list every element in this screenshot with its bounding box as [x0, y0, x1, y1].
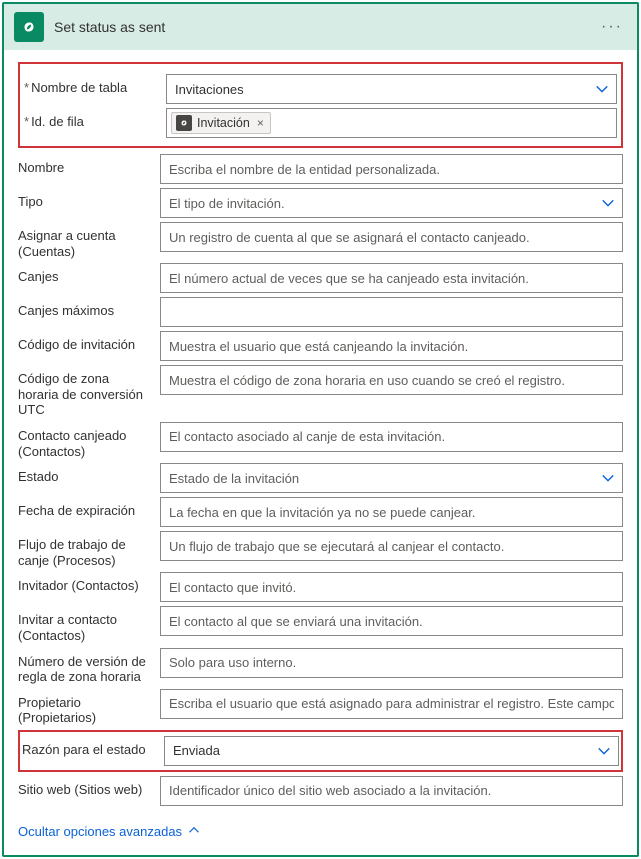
dataverse-icon [176, 115, 192, 131]
label-invitar-contacto: Invitar a contacto (Contactos) [18, 606, 152, 643]
label-fecha-exp: Fecha de expiración [18, 497, 152, 519]
field-tipo: Tipo El tipo de invitación. [18, 188, 623, 218]
label-canjes-max: Canjes máximos [18, 297, 152, 319]
input-codigo-zona[interactable] [160, 365, 623, 395]
more-menu-button[interactable]: ··· [597, 18, 627, 36]
label-flujo-trabajo: Flujo de trabajo de canje (Procesos) [18, 531, 152, 568]
label-num-version: Número de versión de regla de zona horar… [18, 648, 152, 685]
input-invitar-contacto[interactable] [160, 606, 623, 636]
input-fecha-exp[interactable] [160, 497, 623, 527]
field-sitio-web: Sitio web (Sitios web) [18, 776, 623, 806]
dropdown-table-name-value: Invitaciones [175, 82, 244, 97]
dropdown-estado[interactable]: Estado de la invitación [160, 463, 623, 493]
field-fecha-exp: Fecha de expiración [18, 497, 623, 527]
input-asignar-cuenta[interactable] [160, 222, 623, 252]
required-fields-highlight: Nombre de tabla Invitaciones Id. de fila [18, 62, 623, 148]
field-num-version: Número de versión de regla de zona horar… [18, 648, 623, 685]
dropdown-tipo-placeholder: El tipo de invitación. [169, 196, 285, 211]
input-contacto-canjeado[interactable] [160, 422, 623, 452]
input-canjes-max[interactable] [160, 297, 623, 327]
field-table-name: Nombre de tabla Invitaciones [24, 74, 617, 104]
label-contacto-canjeado: Contacto canjeado (Contactos) [18, 422, 152, 459]
token-invitacion[interactable]: Invitación × [171, 112, 271, 134]
field-canjes: Canjes [18, 263, 623, 293]
field-status-reason: Razón para el estado Enviada [22, 736, 619, 766]
label-tipo: Tipo [18, 188, 152, 210]
token-remove-icon[interactable]: × [257, 116, 264, 130]
label-status-reason: Razón para el estado [22, 736, 156, 758]
field-invitar-contacto: Invitar a contacto (Contactos) [18, 606, 623, 643]
input-num-version[interactable] [160, 648, 623, 678]
hide-advanced-toggle[interactable]: Ocultar opciones avanzadas [18, 824, 200, 839]
input-invitador[interactable] [160, 572, 623, 602]
status-reason-highlight: Razón para el estado Enviada [18, 730, 623, 772]
flow-action-card: Set status as sent ··· Nombre de tabla I… [2, 2, 639, 857]
input-codigo-inv[interactable] [160, 331, 623, 361]
field-invitador: Invitador (Contactos) [18, 572, 623, 602]
label-table-name: Nombre de tabla [24, 74, 158, 96]
field-codigo-zona: Código de zona horaria de conversión UTC [18, 365, 623, 418]
dropdown-tipo[interactable]: El tipo de invitación. [160, 188, 623, 218]
field-row-id: Id. de fila Invitación × [24, 108, 617, 138]
field-canjes-max: Canjes máximos [18, 297, 623, 327]
token-label: Invitación [197, 116, 250, 130]
chevron-up-icon [188, 824, 200, 839]
input-propietario[interactable] [160, 689, 623, 719]
field-estado: Estado Estado de la invitación [18, 463, 623, 493]
label-estado: Estado [18, 463, 152, 485]
label-row-id: Id. de fila [24, 108, 158, 130]
card-header[interactable]: Set status as sent ··· [4, 4, 637, 50]
label-codigo-zona: Código de zona horaria de conversión UTC [18, 365, 152, 418]
label-asignar-cuenta: Asignar a cuenta (Cuentas) [18, 222, 152, 259]
field-asignar-cuenta: Asignar a cuenta (Cuentas) [18, 222, 623, 259]
input-sitio-web[interactable] [160, 776, 623, 806]
field-contacto-canjeado: Contacto canjeado (Contactos) [18, 422, 623, 459]
label-codigo-inv: Código de invitación [18, 331, 152, 353]
label-canjes: Canjes [18, 263, 152, 285]
card-body: Nombre de tabla Invitaciones Id. de fila [4, 50, 637, 855]
hide-advanced-label: Ocultar opciones avanzadas [18, 824, 182, 839]
field-flujo-trabajo: Flujo de trabajo de canje (Procesos) [18, 531, 623, 568]
dropdown-estado-placeholder: Estado de la invitación [169, 471, 299, 486]
input-canjes[interactable] [160, 263, 623, 293]
dropdown-status-reason-value: Enviada [173, 743, 220, 758]
input-nombre[interactable] [160, 154, 623, 184]
label-invitador: Invitador (Contactos) [18, 572, 152, 594]
card-title: Set status as sent [54, 19, 587, 35]
field-propietario: Propietario (Propietarios) [18, 689, 623, 726]
field-nombre: Nombre [18, 154, 623, 184]
dataverse-icon [14, 12, 44, 42]
label-propietario: Propietario (Propietarios) [18, 689, 152, 726]
dropdown-table-name[interactable]: Invitaciones [166, 74, 617, 104]
label-nombre: Nombre [18, 154, 152, 176]
input-flujo-trabajo[interactable] [160, 531, 623, 561]
field-codigo-inv: Código de invitación [18, 331, 623, 361]
label-sitio-web: Sitio web (Sitios web) [18, 776, 152, 798]
input-row-id[interactable]: Invitación × [166, 108, 617, 138]
dropdown-status-reason[interactable]: Enviada [164, 736, 619, 766]
